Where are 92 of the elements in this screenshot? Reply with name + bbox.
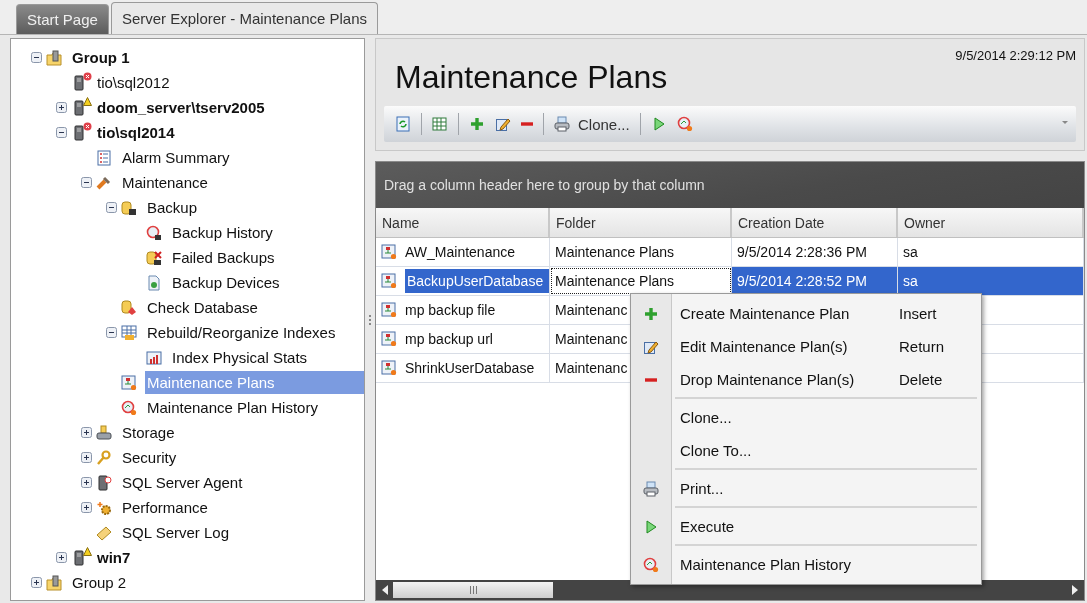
tree-item[interactable]: tio\sql2014: [95, 121, 364, 144]
scroll-left-icon[interactable]: [380, 584, 389, 596]
database-icon: [121, 199, 137, 216]
document-icon: [146, 274, 162, 291]
table-cell: sa: [903, 244, 918, 260]
tree-item[interactable]: Maintenance: [120, 171, 364, 194]
table-icon: [121, 324, 137, 341]
list-icon: [96, 149, 112, 166]
tree-item[interactable]: Group 1: [70, 46, 364, 69]
tree-item[interactable]: doom_server\tserv2005: [95, 96, 364, 119]
pencil-icon: [495, 116, 511, 132]
scroll-right-icon[interactable]: [1071, 584, 1080, 596]
table-cell: 9/5/2014 2:28:36 PM: [737, 244, 867, 260]
table-cell: BackupUserDatabase: [405, 269, 549, 293]
expand-icon[interactable]: [81, 427, 92, 438]
collapse-icon[interactable]: [56, 127, 67, 138]
folder-icon: [46, 49, 62, 66]
flowchart-icon: [381, 360, 397, 376]
expand-icon[interactable]: [31, 577, 42, 588]
key-icon: [96, 449, 112, 466]
tree-item[interactable]: Backup: [145, 196, 364, 219]
minus-icon: [521, 122, 533, 126]
server-icon: [96, 474, 112, 491]
table-cell: ShrinkUserDatabase: [405, 360, 535, 376]
tree-item[interactable]: SQL Server Agent: [120, 471, 364, 494]
minus-icon: [645, 377, 657, 382]
tree-item[interactable]: Alarm Summary: [120, 146, 364, 169]
drop-button[interactable]: [518, 120, 536, 128]
tree-item[interactable]: Performance: [120, 496, 364, 519]
tree-item[interactable]: Backup Devices: [170, 271, 364, 294]
expand-icon[interactable]: [56, 102, 67, 113]
table-cell: sa: [903, 273, 918, 289]
server-icon: [71, 99, 87, 116]
flowchart-icon: [381, 273, 397, 289]
tree-item[interactable]: Backup History: [170, 221, 364, 244]
printer-icon: [554, 116, 570, 132]
collapse-icon[interactable]: [31, 52, 42, 63]
expand-icon[interactable]: [81, 477, 92, 488]
table-cell: Maintenance Plans: [550, 267, 732, 295]
tab[interactable]: Start Page: [16, 4, 109, 34]
drive-icon: [96, 424, 112, 441]
plus-icon: [469, 116, 485, 132]
tab[interactable]: Server Explorer - Maintenance Plans: [110, 2, 378, 34]
tree-item[interactable]: tio\sql2012: [95, 71, 364, 94]
tree-item[interactable]: Check Database: [145, 296, 364, 319]
expand-icon[interactable]: [56, 552, 67, 563]
folder-icon: [46, 574, 62, 591]
collapse-icon[interactable]: [106, 327, 117, 338]
tree-item[interactable]: Failed Backups: [170, 246, 364, 269]
server-icon: [71, 124, 87, 141]
server-icon: [71, 549, 87, 566]
tree-item[interactable]: SQL Server Log: [120, 521, 364, 544]
gear-icon: [96, 499, 112, 516]
tree-item[interactable]: Storage: [120, 421, 364, 444]
group-hint: Drag a column header here to group by that column: [384, 177, 705, 193]
flowchart-icon: [381, 331, 397, 347]
flowchart-icon: [381, 302, 397, 318]
column-header[interactable]: Owner: [898, 208, 1084, 237]
menu-item[interactable]: Clone To...: [631, 434, 981, 467]
chart-icon: [146, 349, 162, 366]
flowchart-icon: [121, 374, 137, 391]
column-header[interactable]: Name: [376, 208, 550, 237]
grid-icon: [432, 116, 448, 132]
printer-icon: [643, 480, 659, 497]
expand-icon[interactable]: [81, 502, 92, 513]
scroll-thumb[interactable]: [393, 582, 553, 598]
table-cell: mp backup url: [405, 331, 493, 347]
tree-item[interactable]: Maintenance Plan History: [145, 396, 364, 419]
table-cell: mp backup file: [405, 302, 496, 318]
tree-item[interactable]: Rebuild/Reorganize Indexes: [145, 321, 364, 344]
collapse-icon[interactable]: [81, 177, 92, 188]
page-title: Maintenance Plans: [395, 59, 668, 96]
tree-item[interactable]: Security: [120, 446, 364, 469]
print-button[interactable]: Clone...: [551, 113, 633, 135]
column-header[interactable]: Creation Date: [732, 208, 898, 237]
collapse-icon[interactable]: [106, 202, 117, 213]
flowchart-icon: [381, 244, 397, 260]
play-icon: [643, 518, 659, 535]
table-cell: Maintenance Plans: [550, 238, 732, 266]
expand-icon[interactable]: [81, 452, 92, 463]
tree-item[interactable]: Index Physical Stats: [170, 346, 364, 369]
tree-item[interactable]: win7: [95, 546, 364, 569]
table-cell: 9/5/2014 2:28:52 PM: [737, 273, 867, 289]
tree-item[interactable]: Group 2: [70, 571, 364, 594]
table-cell: AW_Maintenance: [405, 244, 515, 260]
server-icon: [71, 74, 87, 91]
plus-icon: [643, 305, 659, 322]
refresh-icon: [395, 116, 411, 132]
database-check-icon: [121, 299, 137, 316]
column-header[interactable]: Folder: [550, 208, 732, 237]
database-error-icon: [146, 249, 162, 266]
timestamp: 9/5/2014 2:29:12 PM: [955, 48, 1076, 65]
